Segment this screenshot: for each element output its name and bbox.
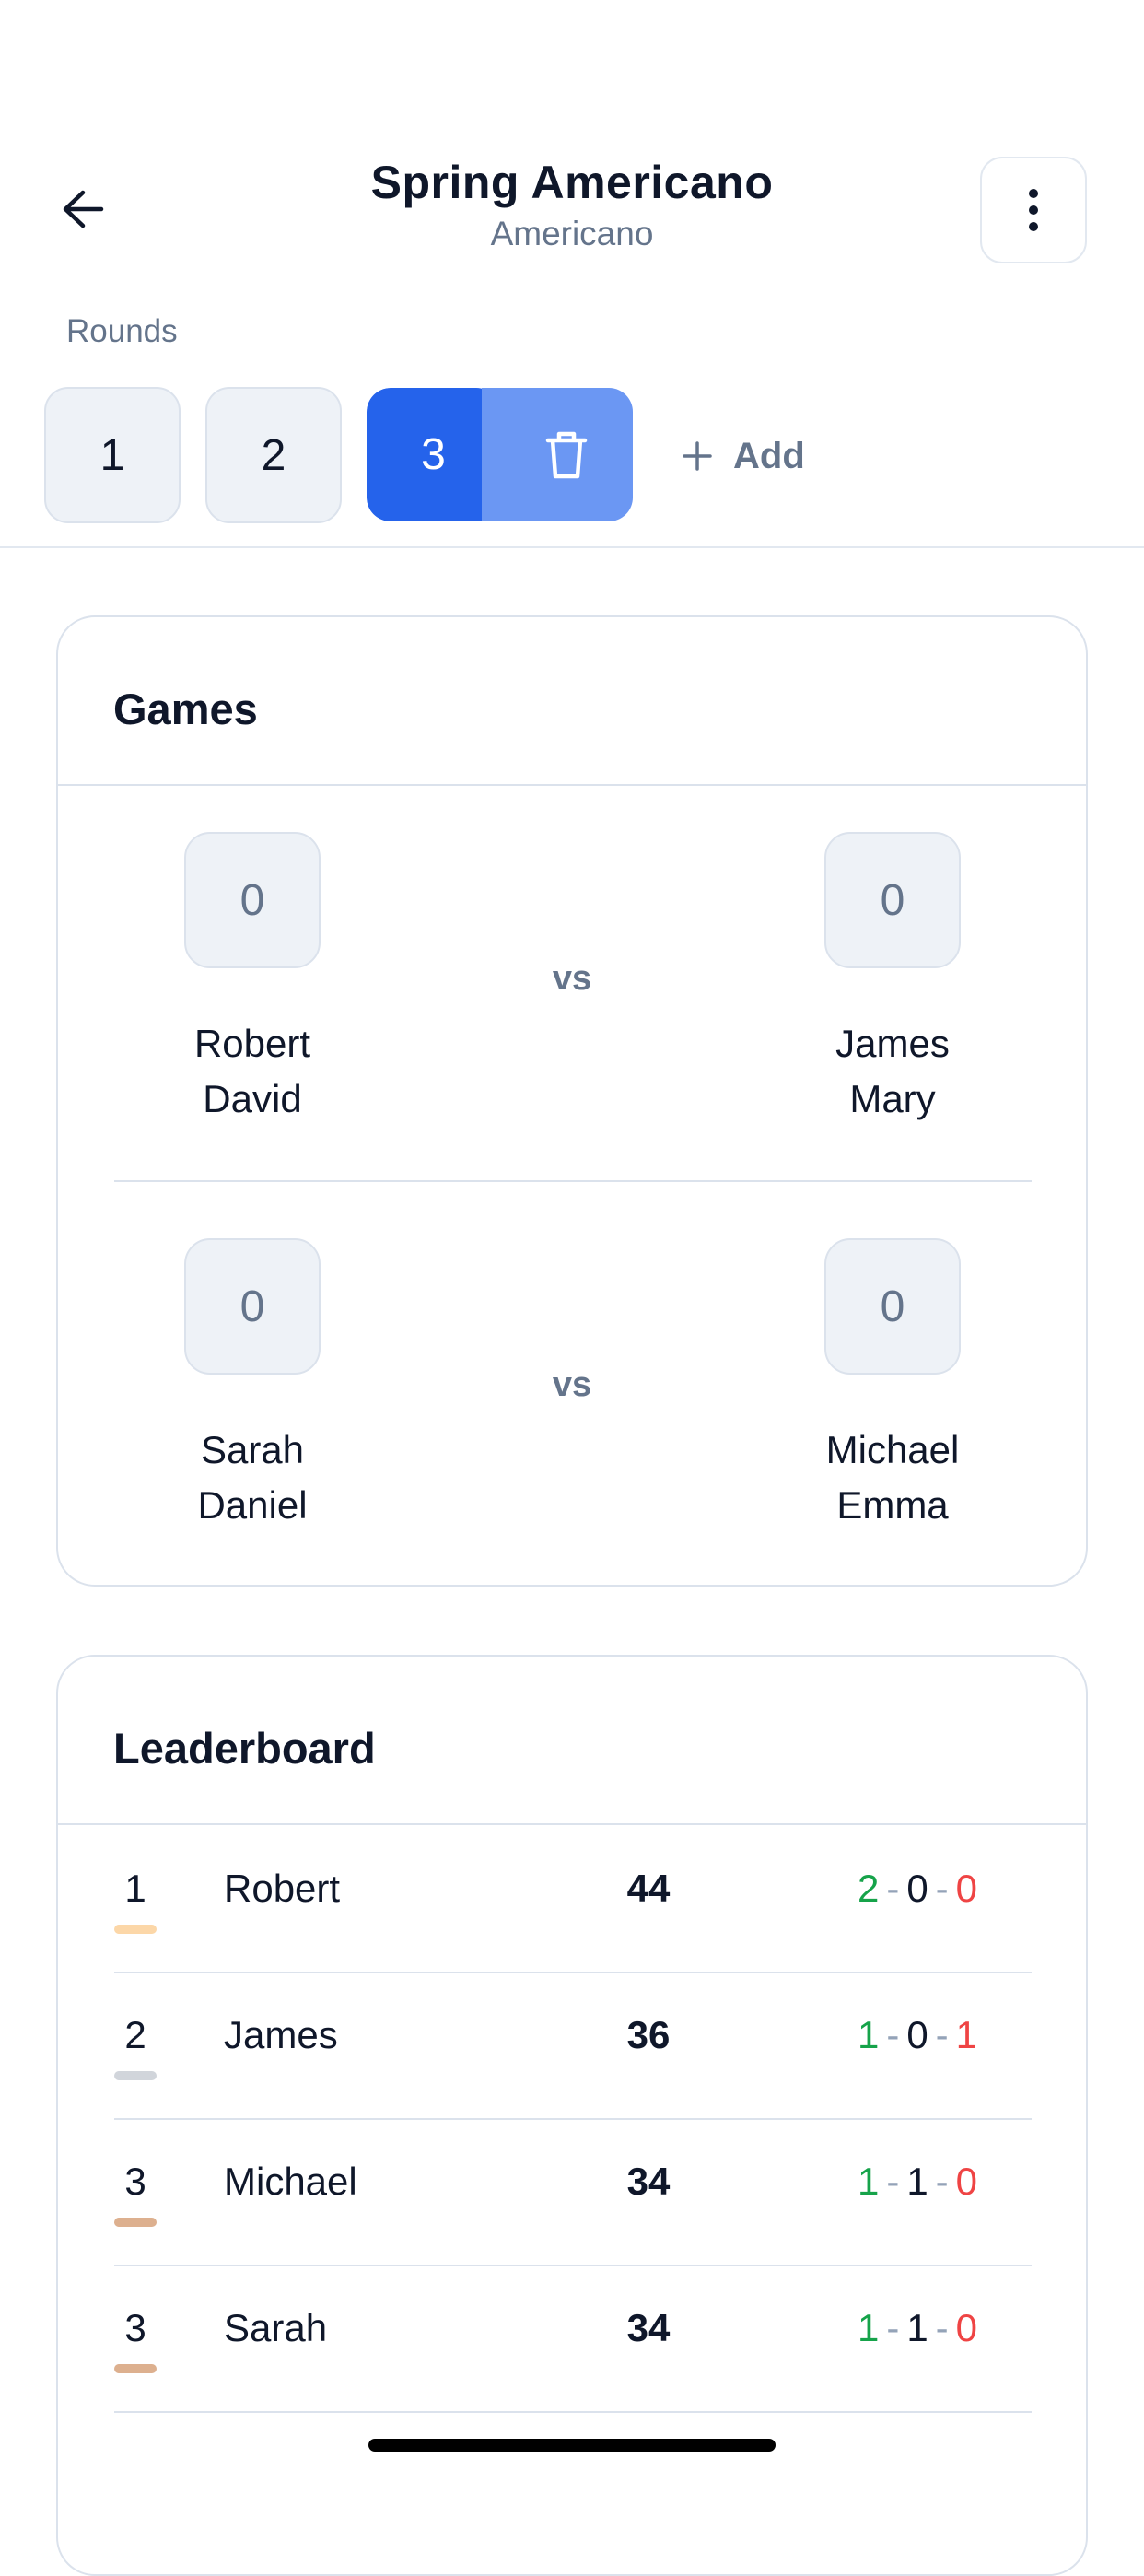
match-2-right-score[interactable]: 0 bbox=[824, 1238, 961, 1375]
top-bar: Spring Americano Americano bbox=[0, 0, 1144, 276]
wins: 1 bbox=[857, 2160, 880, 2203]
player-name: James bbox=[224, 2013, 338, 2056]
points: 34 bbox=[626, 2306, 671, 2349]
home-indicator bbox=[368, 2439, 776, 2452]
medal-bar bbox=[114, 1925, 157, 1934]
page-title: Spring Americano bbox=[370, 157, 774, 208]
round-1-button[interactable]: 1 bbox=[44, 387, 181, 523]
draws: 0 bbox=[906, 1867, 928, 1910]
section-divider bbox=[0, 546, 1144, 548]
player-name: Sarah bbox=[200, 1428, 305, 1471]
delete-round-button[interactable] bbox=[482, 388, 633, 521]
match-1-left-score[interactable]: 0 bbox=[184, 832, 321, 968]
losses: 0 bbox=[955, 2306, 978, 2349]
match-divider bbox=[114, 1180, 1032, 1182]
losses: 0 bbox=[955, 2160, 978, 2203]
player-name: Emma bbox=[836, 1483, 949, 1527]
match-2: 0 vs 0 Sarah Daniel Michael Emma bbox=[58, 1238, 1086, 1607]
draws: 1 bbox=[906, 2306, 928, 2349]
win-draw-loss: 1-1-0 bbox=[857, 2306, 978, 2349]
match-2-left-score[interactable]: 0 bbox=[184, 1238, 321, 1375]
player-name: Mary bbox=[849, 1077, 936, 1120]
round-3-active: 3 bbox=[367, 388, 633, 521]
draws: 0 bbox=[906, 2013, 928, 2056]
leaderboard-title: Leaderboard bbox=[113, 1724, 376, 1773]
title-block: Spring Americano Americano bbox=[276, 155, 868, 254]
losses: 0 bbox=[955, 1867, 978, 1910]
player-name: Michael bbox=[825, 1428, 960, 1471]
add-round-button[interactable]: Add bbox=[682, 424, 805, 488]
leaderboard-row[interactable]: 1 Robert 44 2-0-0 bbox=[114, 1825, 1032, 1973]
losses: 1 bbox=[955, 2013, 978, 2056]
plus-icon bbox=[683, 441, 712, 471]
match-1: 0 vs 0 Robert David James Mary bbox=[58, 832, 1086, 1200]
leaderboard-card: Leaderboard 1 Robert 44 2-0-0 2 James 36… bbox=[56, 1655, 1088, 2576]
arrow-left-icon bbox=[63, 190, 104, 228]
player-name: Robert bbox=[193, 1022, 311, 1065]
match-2-left-team: Sarah Daniel bbox=[114, 1423, 391, 1533]
wins: 1 bbox=[857, 2013, 880, 2056]
page-subtitle: Americano bbox=[490, 215, 654, 252]
medal-bar bbox=[114, 2218, 157, 2227]
player-name: Robert bbox=[224, 1867, 341, 1910]
back-button[interactable] bbox=[53, 175, 112, 243]
points: 44 bbox=[626, 1867, 671, 1910]
more-options-button[interactable] bbox=[980, 157, 1087, 263]
round-3-button[interactable]: 3 bbox=[367, 388, 500, 521]
rank: 1 bbox=[124, 1867, 146, 1910]
games-title: Games bbox=[113, 685, 258, 733]
match-1-right-score[interactable]: 0 bbox=[824, 832, 961, 968]
draws: 1 bbox=[906, 2160, 928, 2203]
leaderboard-row[interactable]: 2 James 36 1-0-1 bbox=[114, 1972, 1032, 2120]
player-name: David bbox=[203, 1077, 302, 1120]
points: 34 bbox=[626, 2160, 671, 2203]
add-round-label: Add bbox=[733, 435, 805, 476]
rank: 3 bbox=[124, 2160, 146, 2203]
points: 36 bbox=[626, 2013, 671, 2056]
win-draw-loss: 1-1-0 bbox=[857, 2160, 978, 2203]
leaderboard-row[interactable]: 3 Michael 34 1-1-0 bbox=[114, 2118, 1032, 2266]
rank: 2 bbox=[124, 2013, 146, 2056]
win-draw-loss: 2-0-0 bbox=[857, 1867, 978, 1910]
trash-icon bbox=[545, 431, 588, 478]
player-name: Sarah bbox=[224, 2306, 328, 2349]
match-2-right-team: Michael Emma bbox=[754, 1423, 1031, 1533]
leaderboard-row[interactable]: 3 Sarah 34 1-1-0 bbox=[114, 2265, 1032, 2413]
wins: 2 bbox=[857, 1867, 880, 1910]
medal-bar bbox=[114, 2071, 157, 2080]
rank: 3 bbox=[124, 2306, 146, 2349]
player-name: Michael bbox=[224, 2160, 357, 2203]
match-1-left-team: Robert David bbox=[114, 1016, 391, 1127]
player-name: Daniel bbox=[197, 1483, 308, 1527]
match-1-right-team: James Mary bbox=[754, 1016, 1031, 1127]
win-draw-loss: 1-0-1 bbox=[857, 2013, 978, 2056]
player-name: James bbox=[835, 1022, 950, 1065]
more-vertical-icon bbox=[1029, 189, 1038, 231]
medal-bar bbox=[114, 2364, 157, 2373]
games-card: Games 0 vs 0 Robert David James Mary 0 v… bbox=[56, 615, 1088, 1587]
wins: 1 bbox=[857, 2306, 880, 2349]
round-2-button[interactable]: 2 bbox=[205, 387, 342, 523]
rounds-label: Rounds bbox=[66, 313, 178, 349]
games-header-divider bbox=[58, 784, 1086, 786]
